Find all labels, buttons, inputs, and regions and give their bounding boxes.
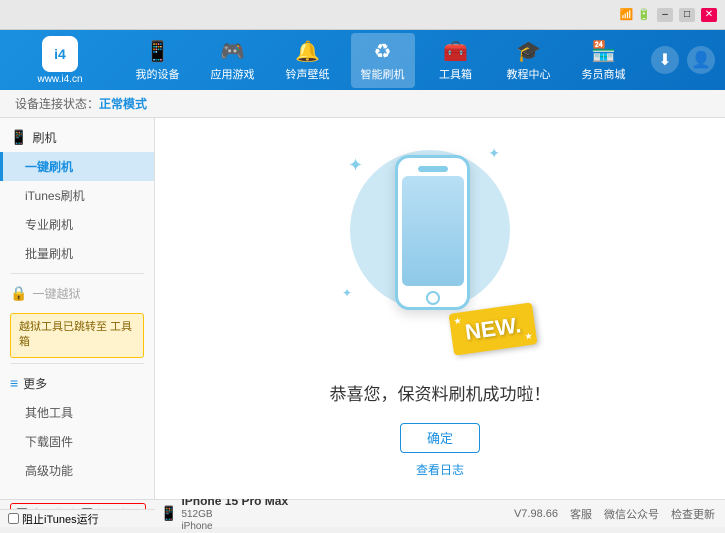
- phone-home: [426, 291, 440, 305]
- sidebar-section-more[interactable]: ≡ 更多: [0, 369, 154, 398]
- jailbreak-notice-text: 越狱工具已跳转至 工具箱: [19, 321, 132, 348]
- logo-url: www.i4.cn: [37, 74, 82, 85]
- content-area: ✦ ✦ ✦ ★ ★ NEW.: [155, 118, 725, 499]
- flash-section-icon: 📱: [10, 129, 27, 146]
- wechat-link[interactable]: 微信公众号: [604, 506, 659, 522]
- device-nav-icon: 📱: [145, 39, 170, 64]
- download-fw-label: 下载固件: [25, 435, 73, 449]
- sidebar-jailbreak-notice: 越狱工具已跳转至 工具箱: [10, 313, 144, 358]
- toolbox-nav-label: 工具箱: [439, 66, 472, 82]
- sidebar-item-other-tools[interactable]: 其他工具: [0, 398, 154, 427]
- device-phone-icon: 📱: [160, 505, 177, 522]
- jailbreak-section-icon: 🔒: [10, 285, 27, 302]
- breadcrumb: 设备连接状态： 正常模式: [0, 90, 725, 118]
- wifi-icon: 📶: [620, 8, 634, 21]
- pro-flash-label: 专业刷机: [25, 218, 73, 232]
- success-message: 恭喜您，保资料刷机成功啦！: [330, 380, 551, 405]
- phone-screen: [402, 176, 464, 286]
- tutorial-nav-icon: 🎓: [516, 39, 541, 64]
- close-button[interactable]: ✕: [701, 8, 717, 22]
- top-bar: 📶 🔋 – □ ✕: [0, 0, 725, 30]
- nav-toolbox[interactable]: 🧰 工具箱: [426, 33, 486, 88]
- sidebar-item-download-fw[interactable]: 下载固件: [0, 427, 154, 456]
- log-link[interactable]: 查看日志: [416, 461, 464, 478]
- stop-itunes-bar: 阻止iTunes运行: [0, 509, 155, 527]
- ringtone-nav-label: 铃声壁纸: [286, 66, 330, 82]
- nav-tutorial[interactable]: 🎓 教程中心: [497, 33, 561, 88]
- sidebar-item-advanced[interactable]: 高级功能: [0, 456, 154, 485]
- sidebar-item-one-key-flash[interactable]: 一键刷机: [0, 152, 154, 181]
- nav-ringtones[interactable]: 🔔 铃声壁纸: [276, 33, 340, 88]
- new-ribbon: ★ ★ NEW.: [448, 302, 537, 355]
- new-text: NEW.: [463, 312, 522, 345]
- other-tools-label: 其他工具: [25, 406, 73, 420]
- sparkle-left: ✦: [348, 155, 363, 176]
- flash-nav-icon: ♻: [374, 39, 392, 64]
- tutorial-nav-label: 教程中心: [507, 66, 551, 82]
- minimize-button[interactable]: –: [657, 8, 673, 22]
- device-storage: 512GB: [181, 509, 288, 521]
- one-key-flash-label: 一键刷机: [25, 160, 73, 174]
- star-br: ★: [524, 330, 534, 342]
- ringtone-nav-icon: 🔔: [295, 39, 320, 64]
- sidebar-section-flash[interactable]: 📱 刷机: [0, 123, 154, 152]
- battery-icon: 🔋: [637, 8, 651, 21]
- breadcrumb-status: 正常模式: [99, 95, 147, 112]
- service-nav-icon: 🏪: [591, 39, 616, 64]
- phone-body: [395, 155, 470, 310]
- phone-illustration: ✦ ✦ ✦ ★ ★ NEW.: [340, 140, 540, 360]
- nav-service[interactable]: 🏪 务员商城: [572, 33, 636, 88]
- flash-nav-label: 智能刷机: [361, 66, 405, 82]
- star-tl: ★: [453, 315, 463, 327]
- more-section-icon: ≡: [10, 375, 18, 391]
- log-link-label: 查看日志: [416, 463, 464, 477]
- sidebar-wrapper: 📱 刷机 一键刷机 iTunes刷机 专业刷机 批量刷机: [0, 123, 154, 494]
- nav-apps-games[interactable]: 🎮 应用游戏: [201, 33, 265, 88]
- main-layout: 📱 刷机 一键刷机 iTunes刷机 专业刷机 批量刷机: [0, 118, 725, 499]
- new-banner: ★ ★ NEW.: [448, 302, 537, 355]
- sidebar-item-batch-flash[interactable]: 批量刷机: [0, 239, 154, 268]
- bottom-right: V7.98.66 客服 微信公众号 检查更新: [514, 506, 715, 522]
- sidebar-section-jailbreak: 🔒 一键越狱: [0, 279, 154, 308]
- toolbox-nav-icon: 🧰: [443, 39, 468, 64]
- breadcrumb-prefix: 设备连接状态：: [15, 95, 99, 112]
- service-nav-label: 务员商城: [582, 66, 626, 82]
- apps-nav-icon: 🎮: [220, 39, 245, 64]
- nav-smart-flash[interactable]: ♻ 智能刷机: [351, 33, 415, 88]
- confirm-label: 确定: [427, 428, 453, 447]
- stop-itunes-checkbox[interactable]: [8, 513, 19, 524]
- header-right: ⬇ 👤: [641, 46, 725, 74]
- sparkle-top: ✦: [488, 145, 500, 162]
- user-button[interactable]: 👤: [687, 46, 715, 74]
- logo-icon: i4: [42, 36, 78, 72]
- navigation: 📱 我的设备 🎮 应用游戏 🔔 铃声壁纸 ♻ 智能刷机 🧰 工具箱 🎓 教程中心…: [120, 33, 641, 88]
- stop-itunes-label[interactable]: 阻止iTunes运行: [8, 511, 99, 527]
- update-link[interactable]: 检查更新: [671, 506, 715, 522]
- stop-itunes-text: 阻止iTunes运行: [22, 511, 99, 527]
- header: i4 www.i4.cn 📱 我的设备 🎮 应用游戏 🔔 铃声壁纸 ♻ 智能刷机…: [0, 30, 725, 90]
- batch-flash-label: 批量刷机: [25, 247, 73, 261]
- apps-nav-label: 应用游戏: [211, 66, 255, 82]
- customer-service-link[interactable]: 客服: [570, 506, 592, 522]
- logo: i4 www.i4.cn: [0, 36, 120, 85]
- confirm-button[interactable]: 确定: [400, 423, 480, 453]
- download-button[interactable]: ⬇: [651, 46, 679, 74]
- device-nav-label: 我的设备: [136, 66, 180, 82]
- advanced-label: 高级功能: [25, 464, 73, 478]
- phone-notch: [418, 166, 448, 172]
- nav-my-device[interactable]: 📱 我的设备: [126, 33, 190, 88]
- maximize-button[interactable]: □: [679, 8, 695, 22]
- sidebar-divider-1: [10, 273, 144, 274]
- jailbreak-section-label: 一键越狱: [32, 285, 80, 302]
- sidebar: 📱 刷机 一键刷机 iTunes刷机 专业刷机 批量刷机: [0, 118, 155, 499]
- sidebar-item-pro-flash[interactable]: 专业刷机: [0, 210, 154, 239]
- sidebar-scroll: 📱 刷机 一键刷机 iTunes刷机 专业刷机 批量刷机: [0, 123, 154, 494]
- sparkle-bottom-left: ✦: [342, 286, 352, 300]
- more-section-label: 更多: [23, 375, 47, 392]
- sidebar-item-itunes-flash[interactable]: iTunes刷机: [0, 181, 154, 210]
- version-label: V7.98.66: [514, 508, 558, 520]
- sidebar-divider-2: [10, 363, 144, 364]
- itunes-flash-label: iTunes刷机: [25, 189, 85, 203]
- flash-section-label: 刷机: [32, 129, 56, 146]
